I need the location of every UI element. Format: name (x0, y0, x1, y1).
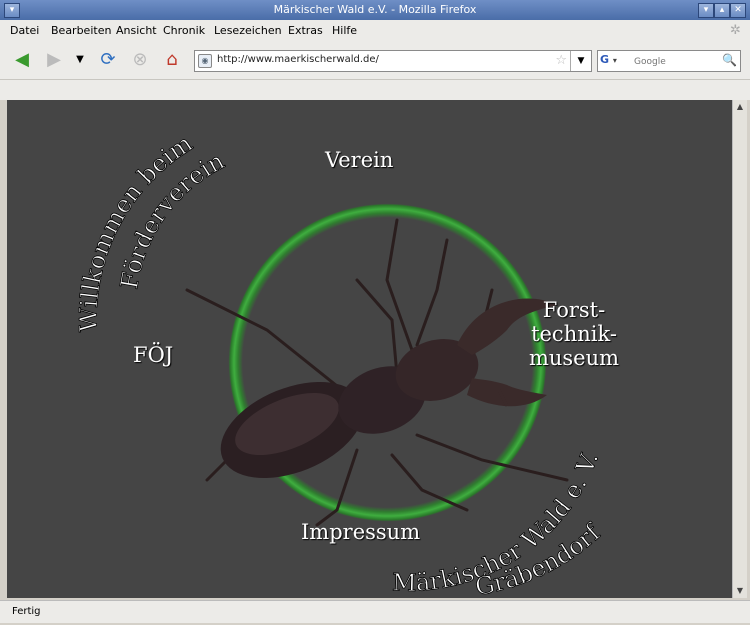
status-text: Fertig (12, 606, 41, 617)
search-icon[interactable]: 🔍 (722, 53, 737, 67)
bookmark-star-icon[interactable]: ☆ (555, 53, 567, 68)
url-text[interactable]: http://www.maerkischerwald.de/ (217, 54, 379, 65)
menu-bar: Datei Bearbeiten Ansicht Chronik Lesezei… (0, 20, 750, 41)
scroll-down-icon[interactable]: ▼ (733, 584, 747, 598)
stop-icon[interactable]: ⊗ (128, 49, 152, 71)
menu-chronik[interactable]: Chronik (163, 24, 205, 37)
site-favicon-icon: ◉ (198, 54, 212, 68)
home-icon[interactable]: ⌂ (160, 49, 184, 71)
search-input[interactable] (632, 54, 720, 70)
activity-throbber-icon: ✲ (730, 23, 741, 38)
menu-datei[interactable]: Datei (10, 24, 39, 37)
navigation-toolbar: ◀ ▶ ▼ ⟳ ⊗ ⌂ ◉ http://www.maerkischerwald… (0, 41, 750, 80)
status-bar: Fertig (0, 600, 750, 623)
url-bar[interactable]: ◉ http://www.maerkischerwald.de/ ☆ ▼ (194, 50, 592, 72)
menu-hilfe[interactable]: Hilfe (332, 24, 357, 37)
chevron-down-icon[interactable]: ▼ (68, 49, 92, 71)
verein-link[interactable]: Verein (325, 148, 393, 172)
menu-extras[interactable]: Extras (288, 24, 323, 37)
impressum-link[interactable]: Impressum (301, 520, 420, 544)
title-bar: ▾ Märkischer Wald e.V. - Mozilla Firefox… (0, 0, 750, 20)
search-box[interactable]: G ▾ 🔍 (597, 50, 741, 72)
minimize-button[interactable]: ▾ (698, 3, 714, 18)
forward-arrow-icon[interactable]: ▶ (42, 49, 66, 71)
url-dropdown-icon[interactable]: ▼ (570, 51, 591, 71)
forsttechnikmuseum-link[interactable]: Forst- technik- museum (509, 298, 639, 370)
menu-lesezeichen[interactable]: Lesezeichen (214, 24, 282, 37)
search-engine-icon[interactable]: G ▾ (600, 53, 628, 69)
back-arrow-icon[interactable]: ◀ (10, 49, 34, 71)
page-content: Willkommen beim Förderverein Märkischer … (7, 100, 732, 598)
menu-bearbeiten[interactable]: Bearbeiten (51, 24, 111, 37)
bookmarks-toolbar (0, 80, 750, 100)
vertical-scrollbar[interactable]: ▲ ▼ (732, 100, 747, 598)
forst-line-3: museum (528, 346, 620, 370)
foej-link[interactable]: FÖJ (133, 343, 173, 367)
close-button[interactable]: ✕ (730, 3, 746, 18)
scroll-up-icon[interactable]: ▲ (733, 100, 747, 114)
reload-icon[interactable]: ⟳ (96, 49, 120, 71)
menu-ansicht[interactable]: Ansicht (116, 24, 157, 37)
forst-line-2: technik- (531, 322, 617, 346)
maximize-button[interactable]: ▴ (714, 3, 730, 18)
forst-line-1: Forst- (542, 298, 606, 322)
window-title: Märkischer Wald e.V. - Mozilla Firefox (273, 3, 477, 16)
